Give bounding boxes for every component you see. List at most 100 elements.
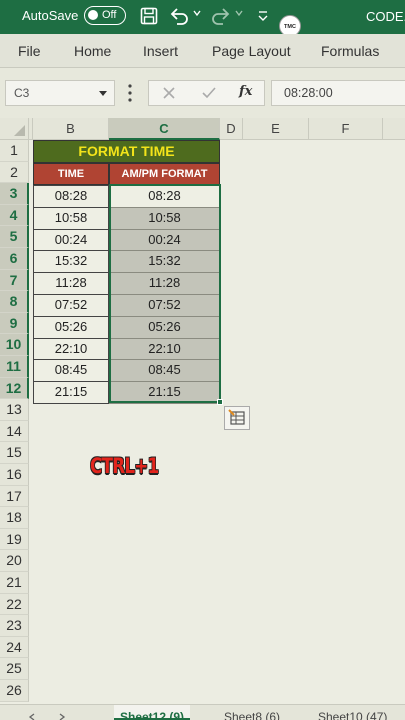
row-number: 2	[10, 163, 18, 180]
row-header[interactable]: 20	[0, 550, 29, 572]
autosave-toggle[interactable]: Off	[84, 6, 126, 25]
row-header[interactable]: 13	[0, 399, 29, 421]
column-header-d[interactable]: D	[220, 118, 243, 140]
row-header[interactable]: 2	[0, 161, 29, 184]
time-cell[interactable]: 07:52	[33, 294, 109, 317]
row-header[interactable]: 6	[0, 248, 29, 270]
row-header[interactable]: 4	[0, 204, 29, 227]
ampm-value: 08:28	[148, 188, 181, 203]
ampm-cell[interactable]: 22:10	[109, 337, 220, 361]
customize-toolbar-icon[interactable]	[255, 4, 271, 28]
row-number: 19	[6, 530, 22, 547]
row-header[interactable]: 25	[0, 658, 29, 680]
row-header[interactable]: 5	[0, 226, 29, 248]
ampm-cell[interactable]: 21:15	[109, 381, 220, 404]
time-value: 15:32	[54, 253, 88, 269]
redo-icon[interactable]	[210, 4, 232, 28]
row-header[interactable]: 8	[0, 291, 29, 313]
ampm-cell[interactable]: 10:58	[109, 206, 220, 230]
ampm-cell[interactable]: 11:28	[109, 272, 220, 295]
time-value: 22:10	[54, 340, 88, 356]
time-value: 08:45	[54, 362, 88, 378]
row-header[interactable]: 12	[0, 377, 29, 400]
insert-function-icon[interactable]: fx	[239, 84, 252, 99]
select-all-corner[interactable]	[0, 118, 29, 140]
prev-sheet-icon[interactable]	[28, 713, 36, 720]
confirm-icon[interactable]	[197, 81, 221, 105]
time-cell[interactable]: 21:15	[33, 381, 109, 404]
sheet-tab[interactable]: Sheet10 (47)	[318, 710, 387, 720]
row-header[interactable]: 26	[0, 680, 29, 702]
header-ampm-cell[interactable]: AM/PM FORMAT	[109, 163, 220, 185]
time-cell[interactable]: 22:10	[33, 337, 109, 361]
fill-handle[interactable]	[217, 399, 223, 405]
time-cell[interactable]: 05:26	[33, 315, 109, 339]
header-time-cell[interactable]: TIME	[33, 163, 109, 185]
tab-formulas[interactable]: Formulas	[321, 43, 379, 59]
row-number: 20	[6, 552, 22, 569]
redo-dropdown-icon[interactable]	[235, 9, 243, 17]
row-header[interactable]: 21	[0, 572, 29, 594]
ampm-value: 22:10	[148, 340, 181, 356]
column-header-e[interactable]: E	[243, 118, 309, 140]
cancel-icon[interactable]	[157, 81, 181, 105]
tab-file[interactable]: File	[18, 43, 41, 59]
row-header[interactable]: 1	[0, 140, 29, 162]
row-number: 11	[6, 358, 21, 374]
time-cell[interactable]: 15:32	[33, 250, 109, 274]
row-header[interactable]: 17	[0, 485, 29, 508]
column-header-g[interactable]	[383, 118, 405, 140]
ampm-value: 15:32	[148, 253, 181, 269]
row-header[interactable]: 14	[0, 420, 29, 443]
save-icon[interactable]	[138, 4, 160, 28]
header-time: TIME	[57, 168, 85, 180]
row-header[interactable]: 7	[0, 269, 29, 292]
ampm-cell[interactable]: 08:45	[109, 359, 220, 383]
row-header[interactable]: 3	[0, 183, 29, 205]
row-header[interactable]: 9	[0, 312, 29, 335]
row-number: 4	[9, 206, 18, 223]
time-cell[interactable]: 08:28	[33, 185, 109, 208]
row-header[interactable]: 23	[0, 615, 29, 637]
next-sheet-icon[interactable]	[58, 713, 66, 720]
name-box[interactable]: C3	[5, 80, 115, 106]
row-header[interactable]: 10	[0, 334, 29, 356]
row-header[interactable]: 16	[0, 464, 29, 486]
time-cell[interactable]: 10:58	[33, 206, 109, 230]
row-header[interactable]: 11	[0, 356, 29, 378]
title-bar: AutoSave Off TMC CODE.x	[0, 0, 405, 37]
column-header-c[interactable]: C	[109, 118, 220, 140]
ampm-value: 10:58	[148, 209, 181, 225]
ampm-value: 21:15	[148, 384, 181, 400]
column-header-f[interactable]: F	[309, 118, 383, 140]
tab-insert[interactable]: Insert	[143, 43, 178, 59]
row-number: 21	[6, 574, 22, 590]
ampm-cell[interactable]: 00:24	[109, 228, 220, 252]
tab-home[interactable]: Home	[74, 43, 111, 59]
row-header[interactable]: 18	[0, 507, 29, 529]
row-header[interactable]: 22	[0, 593, 29, 616]
sheet-tab[interactable]: Sheet8 (6)	[224, 710, 280, 720]
ampm-cell[interactable]: 15:32	[109, 250, 220, 274]
table-title-cell[interactable]: FORMAT TIME	[33, 140, 220, 163]
undo-icon[interactable]	[168, 4, 190, 28]
ampm-cell[interactable]: 05:26	[109, 315, 220, 339]
time-value: 05:26	[54, 318, 88, 334]
chevron-down-icon[interactable]	[99, 91, 107, 96]
tab-page-layout[interactable]: Page Layout	[212, 43, 291, 59]
row-header[interactable]: 19	[0, 528, 29, 551]
quick-analysis-button[interactable]	[224, 406, 250, 430]
column-header-b[interactable]: B	[33, 118, 109, 140]
ampm-cell[interactable]: 08:28	[109, 185, 220, 208]
row-header[interactable]: 24	[0, 636, 29, 659]
row-number: 12	[5, 379, 22, 396]
more-options-icon[interactable]	[128, 84, 132, 102]
time-cell[interactable]: 00:24	[33, 228, 109, 252]
undo-dropdown-icon[interactable]	[193, 9, 201, 17]
row-header[interactable]: 15	[0, 442, 29, 464]
time-cell[interactable]: 08:45	[33, 359, 109, 383]
time-cell[interactable]: 11:28	[33, 272, 109, 295]
ampm-cell[interactable]: 07:52	[109, 294, 220, 317]
sheet-tab-active[interactable]: Sheet12 (9)	[114, 705, 191, 720]
formula-input[interactable]: 08:28:00	[271, 80, 405, 106]
